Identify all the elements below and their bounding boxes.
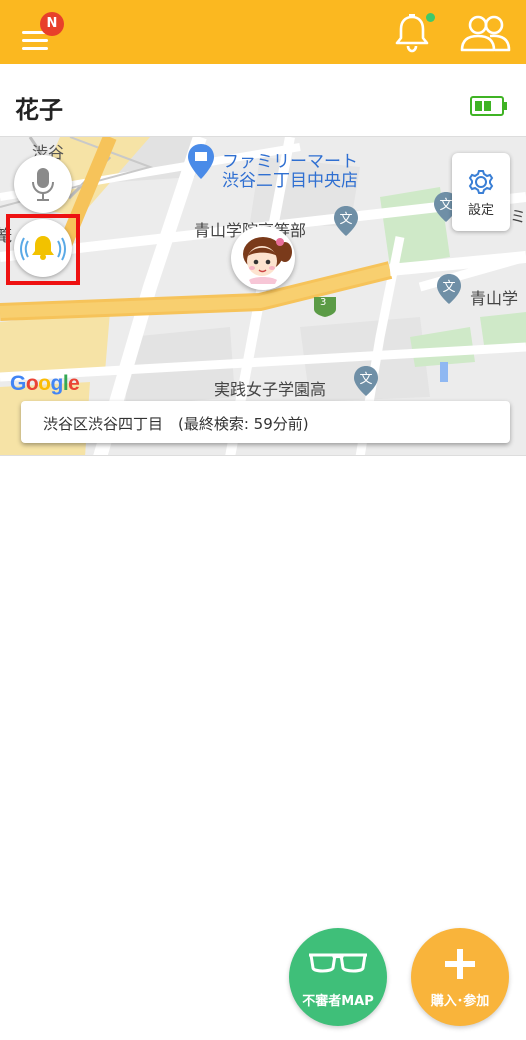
svg-text:文: 文 [442,280,455,295]
child-avatar-icon [235,230,292,286]
highlight-frame [6,214,80,285]
glasses-icon [309,953,367,973]
notification-badge: N [40,12,64,36]
members-button[interactable] [458,12,514,54]
users-icon [460,15,511,52]
new-notification-dot [426,13,435,22]
svg-text:文: 文 [359,372,372,387]
address-panel: 渋谷区渋谷四丁目 (最終検索: 59分前) [21,401,510,443]
map-label-aoyama: 青山学 [470,289,519,308]
school-pin-icon: 文 [334,206,358,236]
map-settings-button[interactable]: 設定 [452,153,510,231]
map-label-jissen: 実践女子学園高 [214,380,327,399]
school-pin-icon: 文 [354,366,378,396]
voice-button[interactable] [14,155,72,213]
child-name: 花子 [15,96,63,124]
google-logo: Google [10,372,80,395]
suspicious-map-label: 不審者MAP [302,994,374,1009]
buy-join-label: 購入･参加 [430,994,490,1009]
svg-text:文: 文 [439,198,452,213]
settings-label: 設定 [467,203,494,218]
buy-join-button[interactable]: 購入･参加 [411,928,509,1026]
child-header [0,64,526,136]
plus-icon [445,949,475,979]
school-pin-icon: 文 [437,274,461,304]
microphone-icon [32,168,54,201]
map-route-number: 3 [320,297,327,308]
top-bar [0,0,526,64]
gear-icon [468,170,494,194]
battery-icon [470,96,508,116]
map-label-right-cut: ミ [510,207,526,226]
map-label-familymart-branch: 渋谷二丁目中央店 [222,171,358,191]
svg-text:文: 文 [339,212,352,227]
suspicious-person-map-button[interactable]: 不審者MAP [289,928,387,1026]
address-text: 渋谷区渋谷四丁目 (最終検索: 59分前) [43,415,309,433]
child-location-marker[interactable] [231,226,295,290]
